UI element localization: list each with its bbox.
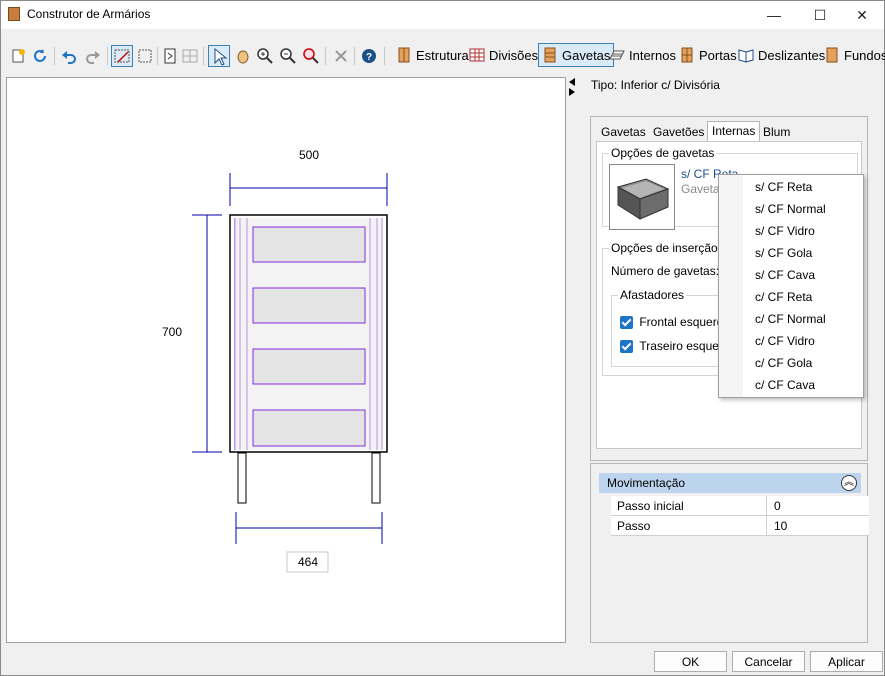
tab-deslizantes[interactable]: Deslizantes <box>738 44 825 66</box>
cabinet-type-label: Tipo: Inferior c/ Divisória <box>591 78 720 92</box>
dropdown-gutter <box>719 175 743 397</box>
redo-icon[interactable] <box>85 48 101 64</box>
svg-text:?: ? <box>366 52 372 63</box>
dropdown-item[interactable]: c/ CF Normal <box>755 312 826 326</box>
shelf-internal-icon <box>609 50 625 60</box>
leg-right <box>371 452 381 504</box>
zoom-extents-icon[interactable] <box>302 47 320 65</box>
drawer-box-icon <box>616 178 670 220</box>
tab-fundos[interactable]: Fundos <box>824 44 885 66</box>
pan-hand-icon[interactable] <box>234 47 252 65</box>
back-panel-icon <box>826 47 838 63</box>
dropdown-item[interactable]: s/ CF Gola <box>755 246 812 260</box>
select-region-icon[interactable] <box>111 45 133 67</box>
maximize-button[interactable]: ☐ <box>797 1 843 29</box>
prop-name: Passo inicial <box>617 499 684 513</box>
cabinet-structure-icon <box>398 47 410 63</box>
front-left-label: Frontal esquerdo <box>639 315 731 329</box>
grid-divisions-icon <box>469 48 485 62</box>
title-bar: Construtor de Armários — ☐ ✕ <box>1 1 884 29</box>
apply-button[interactable]: Aplicar <box>810 651 883 672</box>
leg-left <box>237 452 247 504</box>
cancel-button[interactable]: Cancelar <box>732 651 805 672</box>
ok-button[interactable]: OK <box>654 651 727 672</box>
tab-internos[interactable]: Internos <box>609 44 676 66</box>
tab-panel-blum[interactable]: Blum <box>759 123 794 141</box>
dropdown-item[interactable]: c/ CF Reta <box>755 290 812 304</box>
tab-gavetas-label: Gavetas <box>562 47 611 63</box>
front-left-option[interactable]: Frontal esquerdo <box>620 315 731 330</box>
dim-width-label: 500 <box>299 148 320 162</box>
back-left-checkbox[interactable] <box>620 340 633 354</box>
dropdown-item[interactable]: s/ CF Cava <box>755 268 815 282</box>
tab-portas-label: Portas <box>699 47 737 63</box>
prop-value-input[interactable]: 0 <box>774 499 781 513</box>
table-grid-icon[interactable] <box>182 48 198 64</box>
prop-row-initial-step: Passo inicial 0 <box>611 496 869 516</box>
drawer-options-title: Opções de gavetas <box>609 146 717 160</box>
drawing-canvas[interactable]: 500 700 464 <box>6 77 566 643</box>
dim-height-label: 700 <box>162 325 183 339</box>
drawer-front <box>252 287 366 324</box>
door-icon <box>681 47 693 63</box>
tab-gavetas[interactable]: Gavetas <box>538 43 615 67</box>
new-icon[interactable] <box>10 48 26 64</box>
prop-row-step: Passo 10 <box>611 516 869 536</box>
door-frame-icon[interactable] <box>162 48 178 64</box>
window-title: Construtor de Armários <box>27 7 151 21</box>
delete-icon[interactable] <box>333 48 349 64</box>
sliding-book-icon <box>738 49 754 63</box>
prop-value-input[interactable]: 10 <box>774 519 787 533</box>
help-icon[interactable]: ? <box>361 48 377 64</box>
zoom-out-icon[interactable] <box>279 47 297 65</box>
tab-panel-gavetoes[interactable]: Gavetões <box>649 123 708 141</box>
drawer-front <box>252 409 366 447</box>
dashed-select-icon[interactable] <box>137 48 153 64</box>
tab-fundos-label: Fundos <box>844 47 885 63</box>
prop-name: Passo <box>617 519 651 533</box>
minimize-button[interactable]: — <box>751 1 797 29</box>
spacers-title: Afastadores <box>618 288 687 302</box>
drawer-type-dropdown[interactable]: s/ CF Reta s/ CF Normal s/ CF Vidro s/ C… <box>718 174 864 398</box>
dropdown-item[interactable]: s/ CF Reta <box>755 180 812 194</box>
tab-panel-gavetas[interactable]: Gavetas <box>597 123 650 141</box>
movement-title: Movimentação <box>607 476 686 490</box>
dropdown-item[interactable]: s/ CF Normal <box>755 202 826 216</box>
tab-internos-label: Internos <box>629 47 676 63</box>
tab-estrutura[interactable]: Estrutura <box>396 44 469 66</box>
app-icon <box>8 7 20 21</box>
dim-inner-width-input[interactable]: 464 <box>298 555 318 569</box>
insert-options-title: Opções de inserção <box>609 241 720 255</box>
collapse-chevron-icon[interactable]: ︽ <box>841 475 857 491</box>
tab-estrutura-label: Estrutura <box>416 47 469 63</box>
pointer-icon[interactable] <box>208 45 230 67</box>
tab-panel-internas[interactable]: Internas <box>707 121 761 142</box>
toolbar: ? Estrutura Divisões Gavetas Internos Po… <box>1 41 885 69</box>
refresh-icon[interactable] <box>32 48 48 64</box>
tab-deslizantes-label: Deslizantes <box>758 47 826 63</box>
movement-header[interactable]: Movimentação ︽ <box>599 473 861 493</box>
drawer-front <box>252 348 366 385</box>
drawer-preview-image[interactable] <box>609 164 675 230</box>
splitter-arrows-icon[interactable] <box>567 77 577 97</box>
dropdown-item[interactable]: c/ CF Gola <box>755 356 812 370</box>
drawer-front <box>252 226 366 263</box>
app-window: Construtor de Armários — ☐ ✕ ? Estrutura <box>0 0 885 676</box>
selected-drawer-desc: Gaveta <box>681 182 720 196</box>
tab-divisoes[interactable]: Divisões <box>469 44 538 66</box>
zoom-in-icon[interactable] <box>256 47 274 65</box>
drawer-icon <box>544 47 556 63</box>
movement-panel: Movimentação ︽ Passo inicial 0 Passo 10 <box>590 463 869 643</box>
tab-portas[interactable]: Portas <box>679 44 737 66</box>
dropdown-item[interactable]: c/ CF Cava <box>755 378 815 392</box>
num-drawers-label: Número de gavetas: <box>611 264 720 278</box>
dropdown-item[interactable]: c/ CF Vidro <box>755 334 815 348</box>
dropdown-item[interactable]: s/ CF Vidro <box>755 224 815 238</box>
front-left-checkbox[interactable] <box>620 316 633 330</box>
close-button[interactable]: ✕ <box>839 1 885 29</box>
tab-divisoes-label: Divisões <box>489 47 539 63</box>
undo-icon[interactable] <box>61 48 77 64</box>
cabinet-drawing <box>192 173 388 573</box>
